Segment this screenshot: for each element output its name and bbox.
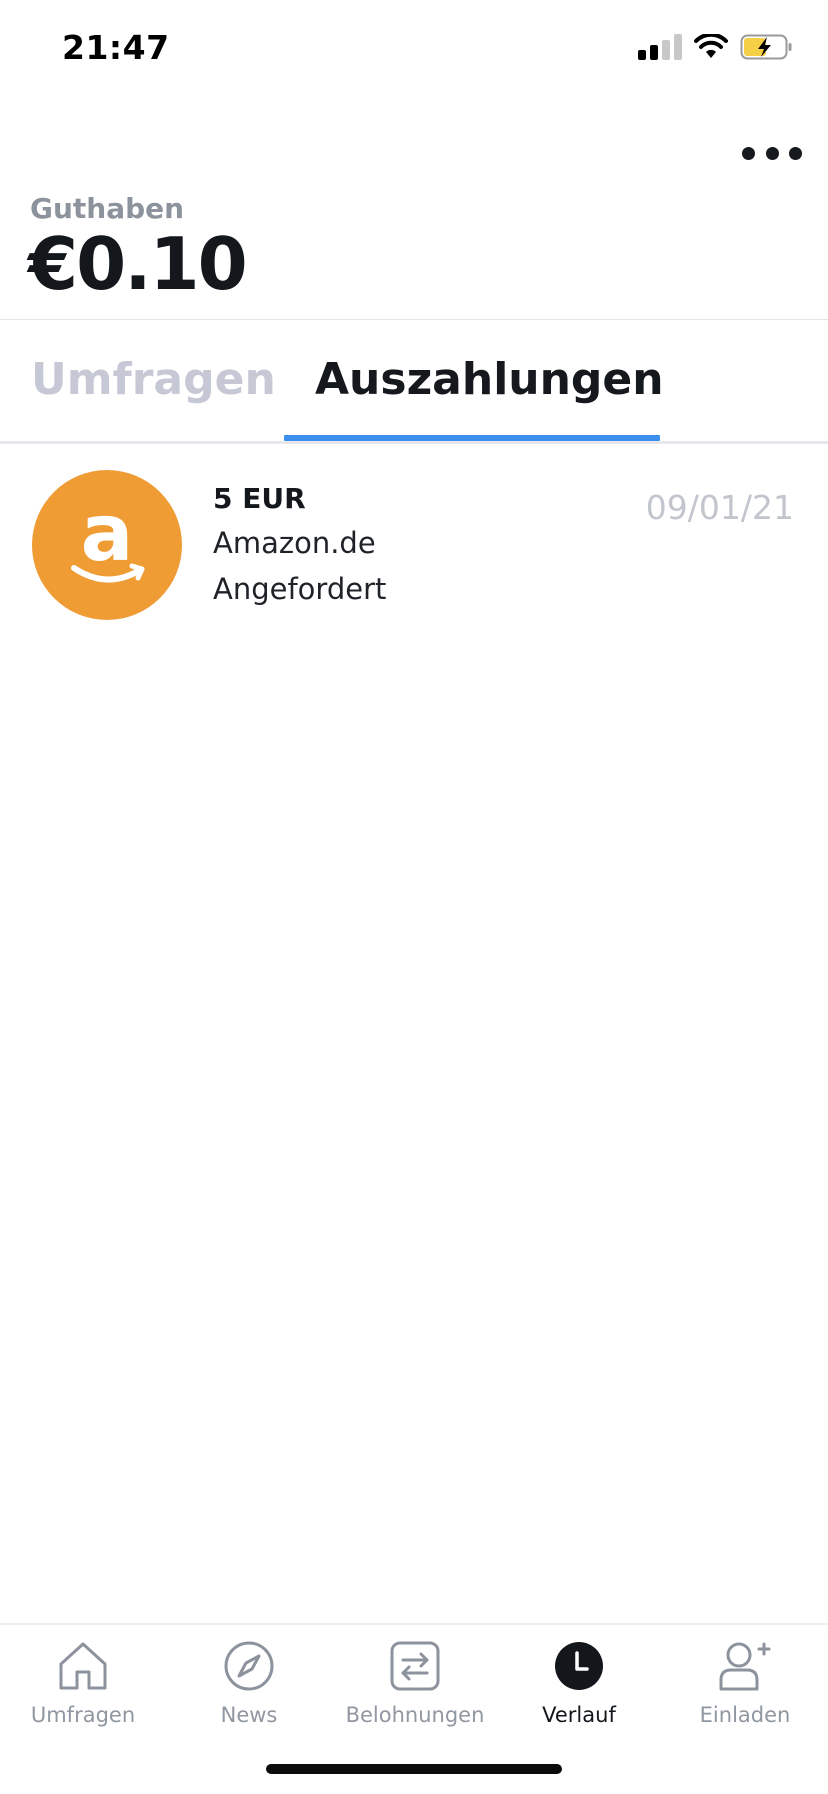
- tab-umfragen[interactable]: Umfragen: [31, 354, 276, 405]
- cellular-signal-icon: [638, 34, 682, 60]
- nav-news[interactable]: News: [166, 1639, 332, 1727]
- home-indicator[interactable]: [266, 1764, 562, 1774]
- status-bar: 21:47: [0, 0, 828, 100]
- compass-icon: [166, 1639, 332, 1693]
- tabs-divider: [0, 441, 828, 444]
- nav-label: News: [220, 1703, 278, 1727]
- more-options-button[interactable]: [742, 138, 802, 168]
- status-time: 21:47: [62, 28, 170, 67]
- nav-label: Umfragen: [30, 1703, 136, 1727]
- add-user-icon: [662, 1639, 828, 1693]
- balance-label: Guthaben: [30, 192, 185, 225]
- more-horizontal-icon: [742, 146, 755, 160]
- payout-amount: 5 EUR: [213, 482, 306, 515]
- payout-item[interactable]: a 5 EUR Amazon.de Angefordert 09/01/21: [0, 466, 828, 624]
- payout-status: Angefordert: [213, 572, 387, 606]
- nav-label: Belohnungen: [345, 1703, 485, 1727]
- clock-icon: [496, 1639, 662, 1693]
- home-icon: [0, 1639, 166, 1693]
- wifi-icon: [694, 34, 728, 60]
- status-icons: [638, 34, 794, 60]
- exchange-icon: [332, 1639, 498, 1693]
- nav-label: Verlauf: [542, 1703, 616, 1727]
- payout-merchant: Amazon.de: [213, 526, 376, 560]
- battery-charging-icon: [740, 34, 794, 60]
- tab-bar: Umfragen Auszahlungen: [0, 320, 828, 444]
- nav-belohnungen[interactable]: Belohnungen: [332, 1639, 498, 1727]
- payout-date: 09/01/21: [645, 488, 794, 527]
- nav-umfragen[interactable]: Umfragen: [0, 1639, 166, 1727]
- nav-label: Einladen: [699, 1703, 791, 1727]
- svg-text:a: a: [81, 489, 134, 579]
- amazon-logo-icon: a: [32, 470, 182, 620]
- payout-list: a 5 EUR Amazon.de Angefordert 09/01/21: [0, 466, 828, 624]
- tab-auszahlungen[interactable]: Auszahlungen: [315, 354, 664, 405]
- nav-einladen[interactable]: Einladen: [662, 1639, 828, 1727]
- balance-value: €0.10: [28, 222, 248, 306]
- nav-verlauf[interactable]: Verlauf: [496, 1639, 662, 1727]
